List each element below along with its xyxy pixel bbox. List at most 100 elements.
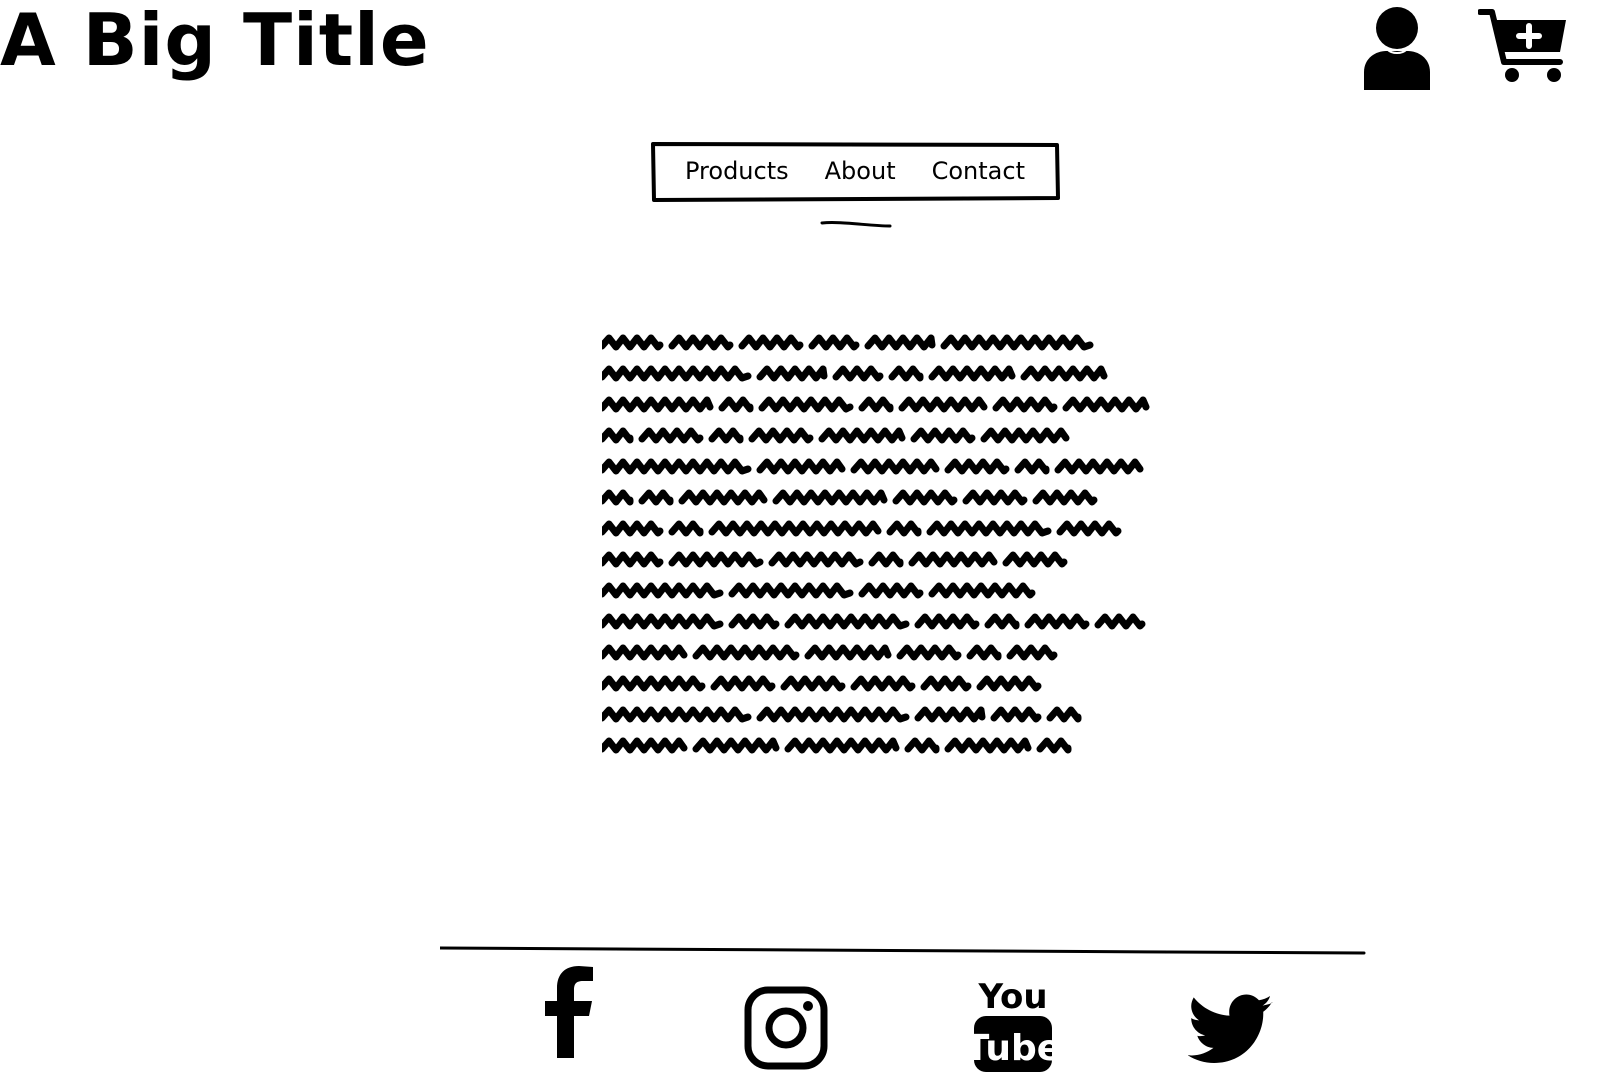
scribble-text-line bbox=[602, 489, 1098, 506]
scribble-word bbox=[602, 644, 688, 661]
user-account-button[interactable] bbox=[1362, 6, 1432, 93]
scribble-word bbox=[728, 582, 854, 599]
scribble-text-line bbox=[602, 396, 1150, 413]
scribble-word bbox=[602, 551, 664, 568]
scribble-word bbox=[602, 520, 664, 537]
scribble-word bbox=[990, 706, 1042, 723]
scribble-word bbox=[928, 365, 1016, 382]
scribble-word bbox=[868, 551, 904, 568]
facebook-link[interactable] bbox=[543, 966, 595, 1062]
scribble-word bbox=[1062, 396, 1150, 413]
scribble-text-line bbox=[602, 520, 1122, 537]
nav-item-products[interactable]: Products bbox=[685, 157, 789, 185]
scribble-word bbox=[920, 675, 972, 692]
scribble-text-line bbox=[602, 458, 1144, 475]
scribble-word bbox=[858, 396, 894, 413]
scribble-word bbox=[708, 427, 744, 444]
scribble-word bbox=[858, 582, 924, 599]
header-icons bbox=[1362, 6, 1568, 93]
scribble-word bbox=[718, 396, 754, 413]
scribble-word bbox=[908, 551, 998, 568]
scribble-word bbox=[748, 427, 814, 444]
scribble-word bbox=[1056, 520, 1122, 537]
twitter-link[interactable] bbox=[1187, 994, 1274, 1070]
youtube-link[interactable]: You Tube bbox=[965, 976, 1061, 1080]
scribble-word bbox=[818, 427, 906, 444]
scribble-word bbox=[1046, 706, 1082, 723]
scribble-word bbox=[808, 334, 860, 351]
scribble-word bbox=[944, 737, 1032, 754]
scribble-word bbox=[926, 520, 1052, 537]
scribble-word bbox=[898, 396, 988, 413]
scribble-word bbox=[692, 737, 780, 754]
scribble-word bbox=[602, 365, 752, 382]
scribble-word bbox=[962, 489, 1028, 506]
user-icon bbox=[1364, 7, 1430, 90]
social-links: You Tube bbox=[0, 960, 1616, 1076]
scribble-text-line bbox=[602, 551, 1068, 568]
scribble-word bbox=[602, 458, 752, 475]
scribble-word bbox=[892, 489, 958, 506]
scribble-word bbox=[896, 644, 962, 661]
youtube-text-top: You bbox=[977, 977, 1047, 1017]
scribble-word bbox=[832, 365, 884, 382]
instagram-icon bbox=[744, 986, 828, 1070]
scribble-word bbox=[910, 427, 976, 444]
add-to-cart-button[interactable] bbox=[1477, 6, 1568, 89]
scribble-word bbox=[768, 551, 864, 568]
scribble-word bbox=[668, 334, 734, 351]
scribble-word bbox=[758, 396, 854, 413]
scribble-word bbox=[1014, 458, 1050, 475]
scribble-word bbox=[1020, 365, 1108, 382]
scribble-text-line bbox=[602, 365, 1108, 382]
active-nav-indicator bbox=[820, 221, 892, 228]
scribble-word bbox=[638, 427, 704, 444]
scribble-word bbox=[914, 613, 980, 630]
scribble-word bbox=[904, 737, 940, 754]
scribble-text-line bbox=[602, 644, 1058, 661]
scribble-word bbox=[784, 613, 910, 630]
scribble-word bbox=[728, 613, 780, 630]
nav-item-about[interactable]: About bbox=[825, 157, 896, 185]
scribble-word bbox=[1024, 613, 1090, 630]
scribble-word bbox=[966, 644, 1002, 661]
scribble-word bbox=[914, 706, 986, 723]
scribble-text-line bbox=[602, 582, 1036, 599]
scribble-word bbox=[602, 706, 752, 723]
scribble-text-line bbox=[602, 613, 1146, 630]
instagram-link[interactable] bbox=[744, 986, 828, 1074]
scribble-word bbox=[602, 489, 634, 506]
scribble-word bbox=[976, 675, 1042, 692]
scribble-word bbox=[784, 737, 900, 754]
scribble-word bbox=[780, 675, 846, 692]
scribble-word bbox=[928, 582, 1036, 599]
scribble-word bbox=[668, 520, 704, 537]
scribble-word bbox=[602, 396, 714, 413]
scribble-word bbox=[602, 582, 724, 599]
scribble-text-line bbox=[602, 737, 1072, 754]
scribble-text-line bbox=[602, 706, 1082, 723]
scribble-word bbox=[850, 675, 916, 692]
youtube-text-bottom: Tube bbox=[972, 1028, 1054, 1069]
scribble-word bbox=[886, 520, 922, 537]
facebook-icon bbox=[545, 966, 593, 1058]
scribble-word bbox=[602, 427, 634, 444]
nav-item-contact[interactable]: Contact bbox=[932, 157, 1025, 185]
scribble-word bbox=[756, 365, 828, 382]
main-nav: Products About Contact bbox=[651, 142, 1060, 202]
scribble-word bbox=[738, 334, 804, 351]
youtube-icon: You Tube bbox=[965, 977, 1061, 1072]
site-title: A Big Title bbox=[0, 0, 430, 82]
scribble-word bbox=[984, 613, 1020, 630]
scribble-word bbox=[804, 644, 892, 661]
scribble-word bbox=[678, 489, 768, 506]
scribble-word bbox=[944, 458, 1010, 475]
scribble-word bbox=[710, 675, 776, 692]
scribble-word bbox=[772, 489, 888, 506]
scribble-word bbox=[602, 334, 664, 351]
scribble-word bbox=[756, 458, 846, 475]
scribble-word bbox=[1002, 551, 1068, 568]
footer-divider bbox=[440, 946, 1366, 955]
scribble-word bbox=[602, 613, 724, 630]
scribble-word bbox=[1054, 458, 1144, 475]
